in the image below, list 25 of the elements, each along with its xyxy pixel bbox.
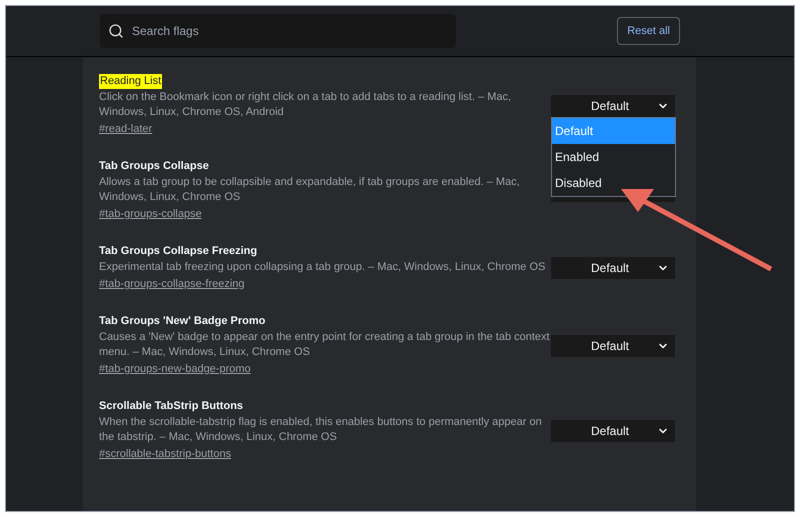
flag-description: When the scrollable-tabstrip flag is enabled, this enables buttons to permanently appear on the tabstrip. – Mac, Windows, Linux, Chrome OS (99, 415, 543, 445)
flag-select[interactable]: Default (551, 94, 675, 116)
search-input[interactable]: Search flags (132, 22, 448, 40)
flag-select[interactable]: Default (551, 334, 675, 356)
flag-description: Experimental tab freezing upon collapsing a tab group. – Mac, Windows, Linux, Chrome OS (99, 260, 546, 275)
flag-link[interactable]: #tab-groups-collapse-freezing (99, 277, 245, 292)
flag-title: Tab Groups Collapse (99, 159, 209, 174)
flag-select[interactable]: Default (551, 257, 675, 279)
dropdown-option[interactable]: Disabled (552, 170, 675, 196)
flag-description: Causes a 'New' badge to appear on the entry point for creating a tab group in the tab context menu. – Mac, Windows, Linux, Chrome OS (99, 330, 551, 360)
search-field[interactable]: Search flags (100, 14, 456, 48)
search-icon (108, 23, 124, 39)
flag-link[interactable]: #read-later (99, 122, 152, 137)
flag-description: Allows a tab group to be collapsible and expandable, if tab groups are enabled. – Mac, Windows, Linux, Chrome OS (99, 175, 521, 205)
flag-description: Click on the Bookmark icon or right click on a tab to add tabs to a reading list. – Mac, Windows, Linux, Chrome OS, Android (99, 90, 512, 120)
flag-title: Reading List (99, 74, 162, 89)
flag-title: Tab Groups Collapse Freezing (99, 244, 258, 259)
dropdown-option[interactable]: Enabled (552, 144, 675, 170)
flag-title: Scrollable TabStrip Buttons (99, 399, 244, 414)
flag-select[interactable]: Default (551, 420, 675, 442)
reset-all-button[interactable]: Reset all (617, 17, 680, 45)
flag-link[interactable]: #tab-groups-new-badge-promo (99, 362, 251, 377)
flag-link[interactable]: #tab-groups-collapse (99, 207, 202, 222)
flag-link[interactable]: #scrollable-tabstrip-buttons (99, 447, 232, 462)
flag-title: Tab Groups 'New' Badge Promo (99, 314, 266, 329)
